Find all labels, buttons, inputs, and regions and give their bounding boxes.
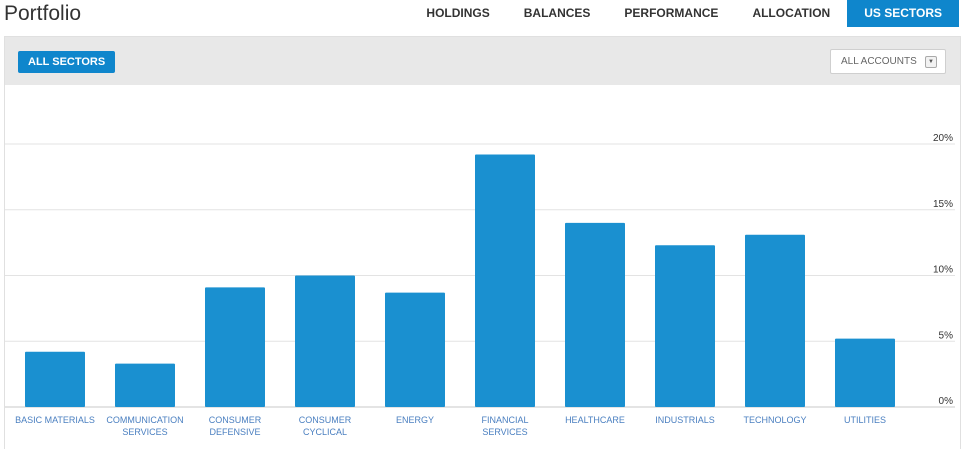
bar (655, 245, 715, 407)
y-tick-label: 15% (933, 199, 953, 210)
accounts-dropdown[interactable]: ALL ACCOUNTS ▼ (830, 49, 946, 74)
x-tick-label: CONSUMER (299, 415, 352, 425)
y-tick-label: 0% (939, 396, 954, 407)
bar (25, 351, 85, 407)
x-tick-label: DEFENSIVE (209, 427, 260, 437)
x-tick-label: CYCLICAL (303, 427, 347, 437)
chevron-down-icon[interactable]: ▼ (925, 56, 937, 68)
tab-holdings[interactable]: HOLDINGS (409, 0, 506, 27)
x-tick-label: UTILITIES (844, 415, 886, 425)
bar (385, 292, 445, 407)
x-tick-label: HEALTHCARE (565, 415, 625, 425)
bar (295, 275, 355, 407)
bar (115, 363, 175, 407)
all-sectors-button[interactable]: ALL SECTORS (18, 51, 116, 73)
bar (835, 338, 895, 407)
x-tick-label: INDUSTRIALS (655, 415, 715, 425)
accounts-dropdown-label: ALL ACCOUNTS (841, 56, 917, 67)
page-title: Portfolio (4, 2, 82, 25)
x-tick-label: SERVICES (482, 427, 527, 437)
y-tick-label: 10% (933, 265, 953, 276)
bar (745, 234, 805, 407)
y-tick-label: 20% (933, 133, 953, 144)
tab-performance[interactable]: PERFORMANCE (607, 0, 735, 27)
bar (475, 154, 535, 407)
x-tick-label: COMMUNICATION (106, 415, 183, 425)
x-tick-label: ENERGY (396, 415, 434, 425)
tab-allocation[interactable]: ALLOCATION (735, 0, 847, 27)
tab-balances[interactable]: BALANCES (507, 0, 608, 27)
main-nav: HOLDINGS BALANCES PERFORMANCE ALLOCATION… (409, 0, 959, 28)
top-bar: Portfolio HOLDINGS BALANCES PERFORMANCE … (0, 0, 967, 28)
y-tick-label: 5% (939, 330, 954, 341)
bar (205, 287, 265, 407)
panel-toolbar: ALL SECTORS ALL ACCOUNTS ▼ (5, 37, 960, 85)
bar (565, 222, 625, 407)
sector-bar-chart: 0% 5% 10% 15% 20% BASIC MATERIALS COMMUNICATIO… (5, 133, 955, 437)
x-tick-label: TECHNOLOGY (743, 415, 806, 425)
x-tick-label: FINANCIAL (481, 415, 528, 425)
tab-us-sectors[interactable]: US SECTORS (847, 0, 959, 27)
x-tick-label: SERVICES (122, 427, 167, 437)
x-tick-label: CONSUMER (209, 415, 262, 425)
x-tick-label: BASIC MATERIALS (15, 415, 95, 425)
